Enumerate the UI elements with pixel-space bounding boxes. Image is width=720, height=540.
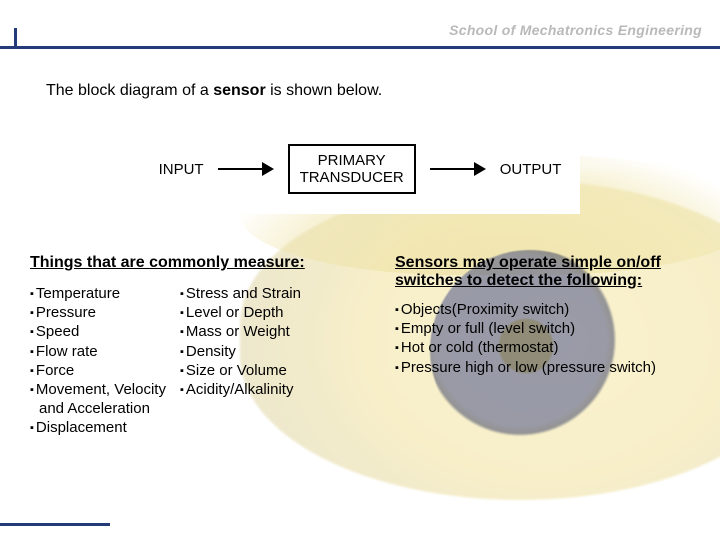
- list-item: Mass or Weight: [180, 322, 375, 341]
- intro-text: The block diagram of a sensor is shown b…: [46, 82, 720, 100]
- footer-rule: [0, 523, 110, 526]
- header-school: School of Mechatronics Engineering: [449, 22, 702, 38]
- list-item: Objects(Proximity switch): [395, 300, 675, 319]
- list-item: Pressure high or low (pressure switch): [395, 358, 675, 377]
- arrow-icon: [218, 162, 274, 176]
- diagram-box-line1: PRIMARY: [318, 152, 386, 169]
- measure-list-col1: Temperature Pressure Speed Flow rate For…: [30, 284, 180, 438]
- list-item: Displacement: [30, 418, 180, 437]
- list-item: Size or Volume: [180, 361, 375, 380]
- left-heading: Things that are commonly measure:: [0, 254, 375, 272]
- diagram-transducer-box: PRIMARY TRANSDUCER: [288, 144, 416, 195]
- list-item: Flow rate: [30, 342, 180, 361]
- list-item: Empty or full (level switch): [395, 319, 675, 338]
- list-item: Density: [180, 342, 375, 361]
- detect-list: Objects(Proximity switch) Empty or full …: [395, 300, 675, 377]
- list-item: Speed: [30, 322, 180, 341]
- list-item: Movement, Velocity and Acceleration: [30, 380, 180, 418]
- diagram-input-label: INPUT: [159, 161, 204, 178]
- list-item: Temperature: [30, 284, 180, 303]
- right-heading: Sensors may operate simple on/off switch…: [395, 254, 675, 290]
- list-item: Force: [30, 361, 180, 380]
- list-item: Acidity/Alkalinity: [180, 380, 375, 399]
- arrow-icon: [430, 162, 486, 176]
- intro-after: is shown below.: [266, 82, 383, 99]
- list-item: Stress and Strain: [180, 284, 375, 303]
- measure-list-col2: Stress and Strain Level or Depth Mass or…: [180, 284, 375, 399]
- header-tick: [14, 28, 17, 46]
- diagram-box-line2: TRANSDUCER: [300, 169, 404, 186]
- list-item: Hot or cold (thermostat): [395, 338, 675, 357]
- intro-before: The block diagram of a: [46, 82, 213, 99]
- list-item: Level or Depth: [180, 303, 375, 322]
- block-diagram: INPUT PRIMARY TRANSDUCER OUTPUT: [140, 124, 580, 214]
- list-item: Pressure: [30, 303, 180, 322]
- diagram-output-label: OUTPUT: [500, 161, 562, 178]
- intro-bold: sensor: [213, 82, 265, 99]
- header-rule: [0, 46, 720, 49]
